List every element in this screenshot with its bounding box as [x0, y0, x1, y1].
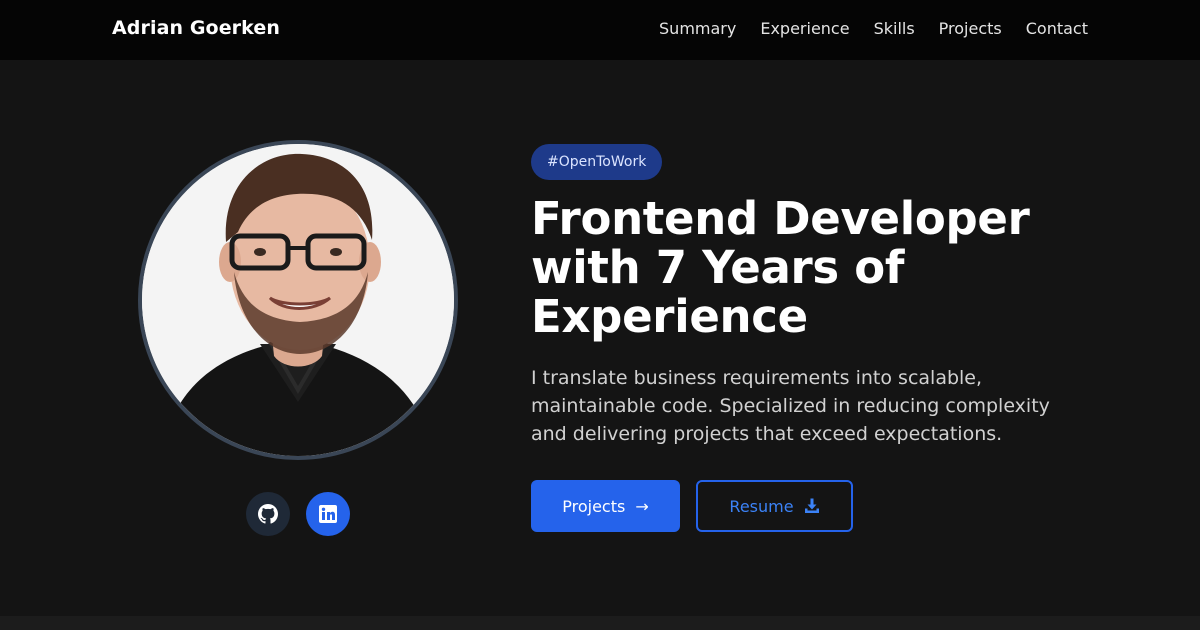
- linkedin-link[interactable]: [306, 492, 350, 536]
- nav-link-experience[interactable]: Experience: [760, 19, 849, 38]
- download-icon: [804, 498, 819, 513]
- linkedin-icon: [319, 505, 337, 523]
- hero-headline-line: Experience: [531, 290, 808, 343]
- hero-headline: Frontend Developer with 7 Years of Exper…: [531, 194, 1091, 341]
- projects-button-label: Projects: [562, 496, 626, 516]
- nav-link-summary[interactable]: Summary: [659, 19, 736, 38]
- resume-download-button[interactable]: Resume: [696, 480, 853, 532]
- profile-photo: [138, 140, 458, 460]
- hero-tagline-line: maintainable code. Specialized in reduci…: [531, 395, 1050, 417]
- nav-link-skills[interactable]: Skills: [874, 19, 915, 38]
- hero-tagline-line: I translate business requirements into s…: [531, 367, 983, 389]
- nav-link-contact[interactable]: Contact: [1026, 19, 1088, 38]
- github-icon: [258, 504, 278, 524]
- top-navigation-bar: Adrian Goerken Summary Experience Skills…: [0, 0, 1200, 60]
- github-link[interactable]: [246, 492, 290, 536]
- next-section-edge: [0, 616, 1200, 630]
- main-nav: Summary Experience Skills Projects Conta…: [659, 19, 1088, 38]
- profile-photo-illustration: [142, 144, 454, 456]
- arrow-right-icon: →: [635, 496, 649, 516]
- hero-headline-line: Frontend Developer: [531, 192, 1030, 245]
- hero-tagline: I translate business requirements into s…: [531, 364, 1111, 448]
- resume-button-label: Resume: [729, 496, 794, 516]
- nav-link-projects[interactable]: Projects: [939, 19, 1002, 38]
- open-to-work-badge: #OpenToWork: [531, 144, 663, 180]
- hero-tagline-line: and delivering projects that exceed expe…: [531, 423, 1003, 445]
- site-brand[interactable]: Adrian Goerken: [112, 17, 280, 39]
- hero-headline-line: with 7 Years of: [531, 241, 905, 294]
- projects-button[interactable]: Projects →: [531, 480, 680, 532]
